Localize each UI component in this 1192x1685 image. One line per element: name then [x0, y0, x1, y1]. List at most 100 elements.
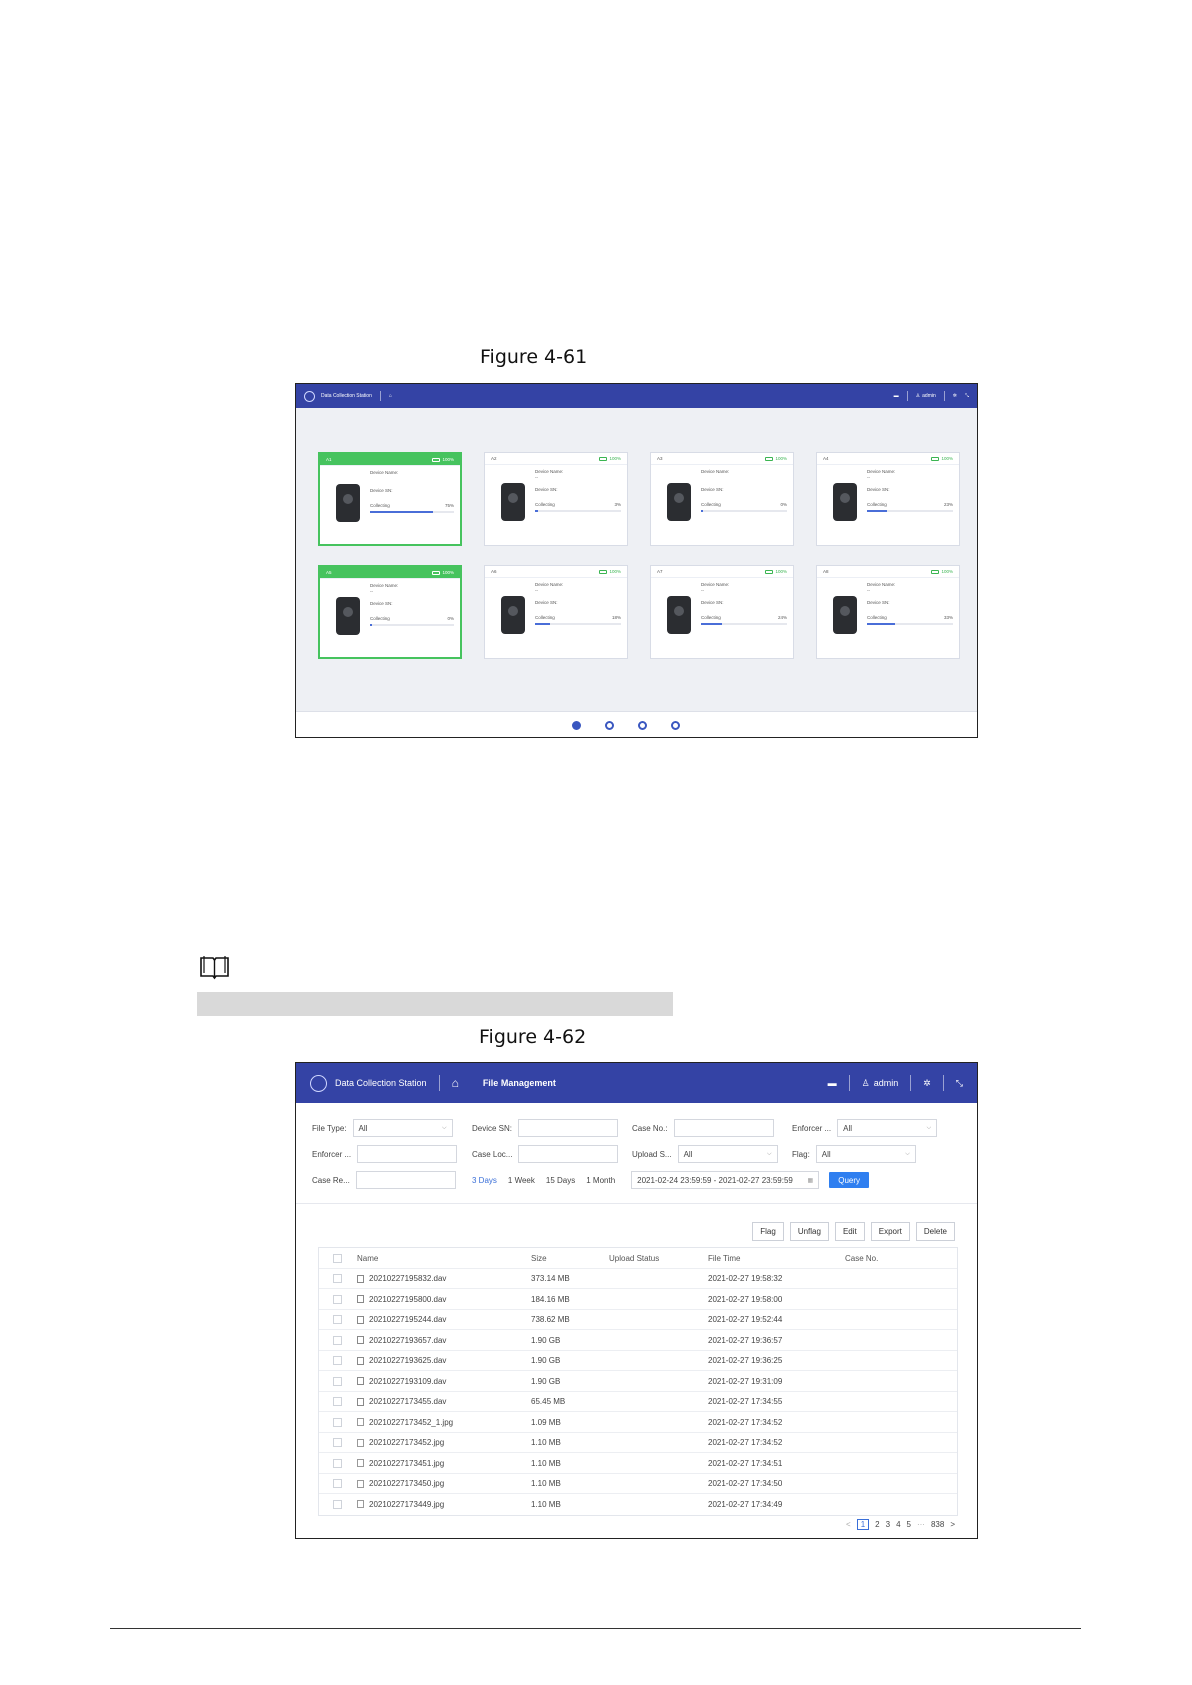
enforcer-name-input[interactable] [357, 1145, 458, 1163]
page-dot-3[interactable] [638, 721, 647, 730]
row-checkbox[interactable] [333, 1376, 342, 1386]
table-row[interactable]: 20210227173452.jpg 1.10 MB 2021-02-27 17:3… [319, 1433, 957, 1453]
table-row[interactable]: 20210227195800.dav 184.16 MB 2021-02-27 19… [319, 1289, 957, 1310]
chevron-down-icon: ⌵ [767, 1150, 772, 1157]
enforcer-select[interactable]: All ⌵ [837, 1119, 938, 1137]
table-row[interactable]: 20210227173455.dav 65.45 MB 2021-02-27 17:… [319, 1392, 957, 1412]
column-header[interactable]: Upload Status [609, 1248, 659, 1268]
divider [942, 1075, 944, 1091]
column-header[interactable]: File Time [708, 1248, 740, 1268]
row-checkbox[interactable] [333, 1356, 342, 1365]
user-icon[interactable]: ♙ [916, 393, 920, 399]
file-name: 20210227193625.dav [369, 1356, 447, 1365]
column-header[interactable]: Case No. [845, 1248, 878, 1268]
flag-select[interactable]: All ⌵ [815, 1145, 916, 1163]
device-card[interactable]: A3 100% Device Name: Device SN: Collecting 0% [650, 452, 794, 546]
quick-range-link[interactable]: 1 Month [586, 1176, 615, 1185]
note-book-icon [200, 956, 229, 980]
image-file-icon [357, 1438, 364, 1447]
date-range-picker[interactable]: 2021-02-24 23:59:59 - 2021-02-27 23:59:5… [631, 1171, 820, 1189]
page-number[interactable]: 5 [907, 1520, 911, 1529]
column-header[interactable]: Name [357, 1248, 378, 1268]
select-all-checkbox[interactable] [333, 1253, 342, 1263]
row-checkbox[interactable] [333, 1479, 342, 1488]
row-checkbox[interactable] [333, 1315, 342, 1324]
table-row[interactable]: 20210227193109.dav 1.90 GB 2021-02-27 19:3… [319, 1371, 957, 1392]
gear-icon[interactable]: ✲ [953, 393, 957, 399]
username[interactable]: admin [922, 393, 936, 399]
device-card[interactable]: A7 100% Device Name: -- Device SN: Collecting… [650, 565, 794, 659]
fullscreen-icon[interactable]: ⤡ [956, 1078, 963, 1089]
quick-range-link[interactable]: 1 Week [508, 1176, 535, 1185]
row-checkbox[interactable] [333, 1274, 342, 1283]
device-card[interactable]: A6 100% Device Name: -- Device SN: Collecting… [484, 565, 628, 659]
row-checkbox[interactable] [333, 1417, 342, 1427]
page-number[interactable]: 2 [875, 1520, 879, 1529]
case-no-input[interactable] [673, 1119, 774, 1137]
row-checkbox[interactable] [333, 1335, 342, 1345]
row-checkbox[interactable] [333, 1294, 342, 1304]
user-icon[interactable]: ♙ [862, 1078, 870, 1089]
file-name: 20210227173451.jpg [369, 1458, 445, 1468]
table-row[interactable]: 20210227195244.dav 738.62 MB 2021-02-27 19… [319, 1310, 957, 1330]
quick-range-link[interactable]: 3 Days [472, 1176, 497, 1185]
home-icon[interactable]: ⌂ [389, 393, 392, 399]
file-name: 20210227193109.dav [369, 1376, 447, 1386]
folder-icon[interactable]: ▬ [828, 1078, 837, 1088]
case-location-input[interactable] [518, 1145, 619, 1163]
progress-fill [867, 510, 887, 512]
file-time: 2021-02-27 17:34:55 [708, 1397, 783, 1406]
export-button[interactable]: Export [870, 1222, 910, 1241]
battery-indicator: 100% [599, 569, 621, 574]
row-checkbox[interactable] [333, 1458, 342, 1468]
column-header[interactable]: Size [531, 1248, 547, 1268]
device-card[interactable]: A8 100% Device Name: -- Device SN: Collecting… [816, 565, 960, 659]
next-page-button[interactable]: > [950, 1520, 955, 1529]
username[interactable]: admin [874, 1078, 899, 1088]
file-name: 20210227173455.dav [369, 1397, 447, 1406]
device-card[interactable]: A1 100% Device Name: Device SN: Collecting 75… [318, 452, 462, 546]
device-card[interactable]: A4 100% Device Name: -- Device SN: Collecting… [816, 452, 960, 546]
flag-button[interactable]: Flag [752, 1222, 784, 1241]
row-checkbox[interactable] [333, 1397, 342, 1406]
upload-status-select[interactable]: All ⌵ [677, 1145, 778, 1163]
file-type-select[interactable]: All ⌵ [352, 1119, 453, 1137]
table-row[interactable]: 20210227173452_1.jpg 1.09 MB 2021-02-27 17… [319, 1412, 957, 1433]
table-row[interactable]: 20210227193625.dav 1.90 GB 2021-02-27 19:3… [319, 1351, 957, 1371]
folder-icon[interactable]: ▬ [894, 393, 899, 399]
device-card-header: A8 100% [817, 566, 959, 578]
file-size: 1.10 MB [531, 1499, 561, 1509]
table-row[interactable]: 20210227195832.dav 373.14 MB 2021-02-27 19… [319, 1269, 957, 1289]
home-icon[interactable]: ⌂ [452, 1076, 459, 1090]
transfer-stats [535, 515, 621, 520]
page-dot-1[interactable] [572, 721, 581, 730]
fullscreen-icon[interactable]: ⤡ [965, 393, 969, 399]
prev-page-button[interactable]: < [846, 1520, 851, 1529]
table-row[interactable]: 20210227173449.jpg 1.10 MB 2021-02-27 17:3… [319, 1494, 957, 1515]
page-number[interactable]: 1 [856, 1519, 870, 1530]
page-number[interactable]: 3 [886, 1520, 890, 1529]
row-checkbox[interactable] [333, 1438, 342, 1447]
device-sn-input[interactable] [518, 1119, 619, 1137]
quick-range-link[interactable]: 15 Days [546, 1176, 575, 1185]
battery-level: 100% [609, 569, 621, 574]
page-ellipsis[interactable]: ··· [917, 1520, 925, 1529]
page-number[interactable]: 4 [896, 1520, 900, 1529]
table-row[interactable]: 20210227193657.dav 1.90 GB 2021-02-27 19:3… [319, 1330, 957, 1351]
delete-button[interactable]: Delete [915, 1222, 955, 1241]
table-row[interactable]: 20210227173450.jpg 1.10 MB 2021-02-27 17:3… [319, 1474, 957, 1494]
page-dot-2[interactable] [605, 721, 614, 730]
file-name: 20210227193657.dav [369, 1335, 447, 1345]
edit-button[interactable]: Edit [834, 1222, 865, 1241]
gear-icon[interactable]: ✲ [923, 1078, 931, 1089]
device-card[interactable]: A5 100% Device Name: -- Device SN: Collecting… [318, 565, 462, 659]
row-checkbox[interactable] [333, 1499, 342, 1509]
file-time: 2021-02-27 17:34:49 [708, 1499, 783, 1509]
query-button[interactable]: Query [829, 1172, 870, 1188]
page-number-last[interactable]: 838 [931, 1520, 944, 1529]
unflag-button[interactable]: Unflag [789, 1222, 829, 1241]
case-record-input[interactable] [355, 1171, 456, 1189]
device-card[interactable]: A2 100% Device Name: -- Device SN: Collecting… [484, 452, 628, 546]
table-row[interactable]: 20210227173451.jpg 1.10 MB 2021-02-27 17:3… [319, 1453, 957, 1474]
page-dot-4[interactable] [671, 721, 680, 730]
